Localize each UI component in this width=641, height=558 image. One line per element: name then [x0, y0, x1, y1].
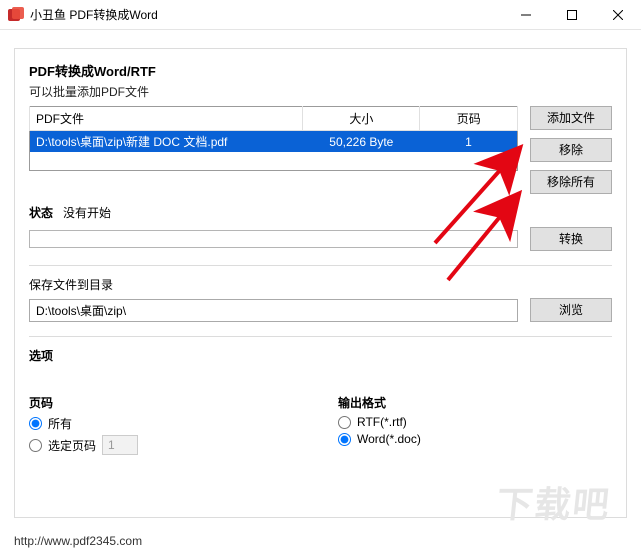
divider-2: [29, 336, 612, 337]
radio-word-input[interactable]: [338, 433, 351, 446]
radio-select-pages-input[interactable]: [29, 439, 42, 452]
section-subheading: 可以批量添加PDF文件: [29, 83, 612, 100]
cell-file: D:\tools\桌面\zip\新建 DOC 文档.pdf: [30, 131, 303, 153]
radio-word[interactable]: Word(*.doc): [338, 432, 421, 446]
close-button[interactable]: [595, 0, 641, 29]
radio-select-pages-label: 选定页码: [48, 437, 96, 454]
options-heading: 选项: [29, 347, 612, 364]
remove-button[interactable]: 移除: [530, 138, 612, 162]
remove-all-button[interactable]: 移除所有: [530, 170, 612, 194]
radio-select-pages[interactable]: 选定页码: [29, 435, 138, 455]
main-panel: PDF转换成Word/RTF 可以批量添加PDF文件 PDF文件 大小 页码: [14, 48, 627, 518]
format-heading: 输出格式: [338, 394, 421, 411]
status-label: 状态: [29, 204, 53, 221]
app-icon: [8, 7, 24, 23]
radio-all-pages-label: 所有: [48, 415, 72, 432]
radio-rtf-label: RTF(*.rtf): [357, 415, 407, 429]
table-row[interactable]: D:\tools\桌面\zip\新建 DOC 文档.pdf 50,226 Byt…: [30, 131, 518, 153]
format-option-group: 输出格式 RTF(*.rtf) Word(*.doc): [338, 394, 421, 458]
status-text: 没有开始: [63, 204, 111, 221]
maximize-button[interactable]: [549, 0, 595, 29]
col-pages[interactable]: 页码: [420, 107, 518, 131]
pages-heading: 页码: [29, 394, 138, 411]
save-label: 保存文件到目录: [29, 276, 518, 293]
window-controls: [503, 0, 641, 29]
section-heading: PDF转换成Word/RTF: [29, 61, 612, 80]
page-number-input: [102, 435, 138, 455]
convert-button[interactable]: 转换: [530, 227, 612, 251]
col-file[interactable]: PDF文件: [30, 107, 303, 131]
titlebar: 小丑鱼 PDF转换成Word: [0, 0, 641, 30]
browse-button[interactable]: 浏览: [530, 298, 612, 322]
radio-all-pages[interactable]: 所有: [29, 415, 138, 432]
minimize-button[interactable]: [503, 0, 549, 29]
radio-all-pages-input[interactable]: [29, 417, 42, 430]
radio-word-label: Word(*.doc): [357, 432, 421, 446]
radio-rtf-input[interactable]: [338, 416, 351, 429]
add-file-button[interactable]: 添加文件: [530, 106, 612, 130]
progress-bar: [29, 230, 518, 248]
window-title: 小丑鱼 PDF转换成Word: [30, 6, 503, 23]
table-empty-space: [30, 152, 518, 170]
footer-url: http://www.pdf2345.com: [14, 534, 142, 548]
cell-size: 50,226 Byte: [303, 131, 420, 153]
file-table[interactable]: PDF文件 大小 页码 D:\tools\桌面\zip\新建 DOC 文档.pd…: [29, 106, 518, 171]
save-path-input[interactable]: [29, 299, 518, 322]
radio-rtf[interactable]: RTF(*.rtf): [338, 415, 421, 429]
col-size[interactable]: 大小: [303, 107, 420, 131]
cell-pages: 1: [420, 131, 518, 153]
divider: [29, 265, 612, 266]
pages-option-group: 页码 所有 选定页码: [29, 394, 138, 458]
